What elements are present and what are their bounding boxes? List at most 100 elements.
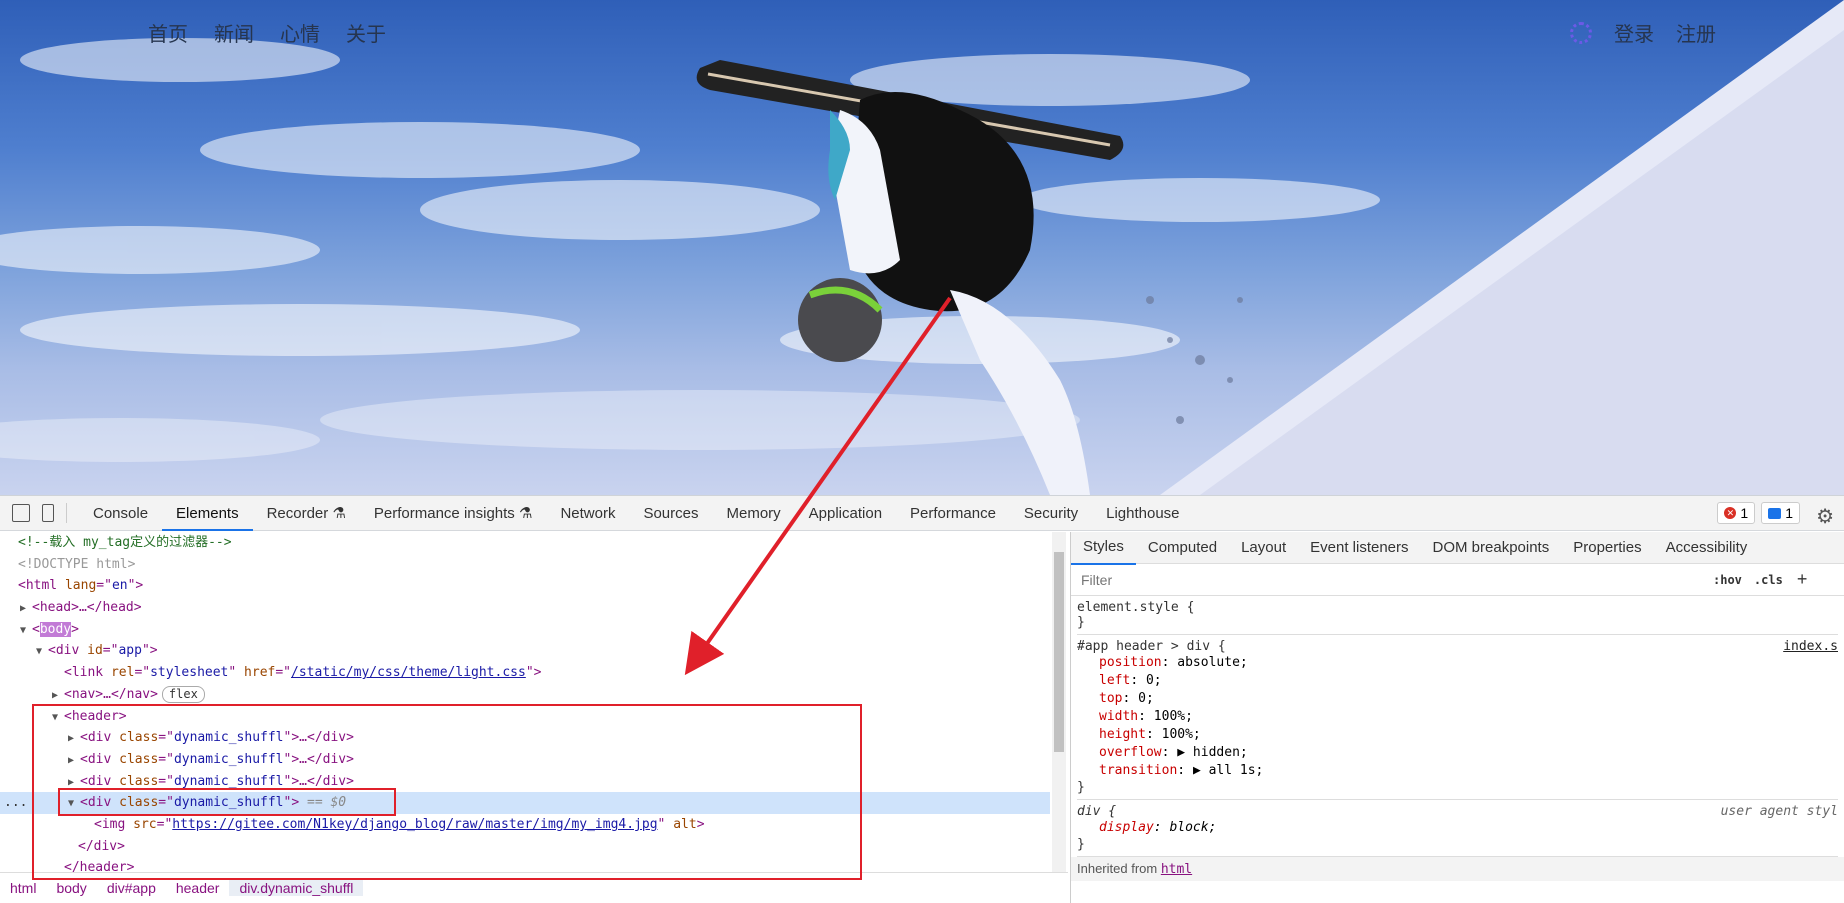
prop-name: width xyxy=(1099,709,1139,724)
tab-dom-breakpoints[interactable]: DOM breakpoints xyxy=(1421,532,1562,564)
tab-application[interactable]: Application xyxy=(795,496,896,531)
dom-header-close-line[interactable]: </header> xyxy=(0,857,1050,872)
flex-badge[interactable]: flex xyxy=(161,685,205,703)
tab-network[interactable]: Network xyxy=(546,496,629,531)
tab-accessibility[interactable]: Accessibility xyxy=(1654,532,1760,564)
style-rule[interactable]: element.style { } xyxy=(1077,596,1838,635)
prop-value: absolute; xyxy=(1177,655,1248,670)
rule-selector: element.style { xyxy=(1077,600,1195,615)
prop-value: ▶ hidden; xyxy=(1177,745,1248,760)
dom-doctype: <!DOCTYPE html> xyxy=(18,556,136,572)
link-href[interactable]: /static/my/css/theme/light.css xyxy=(291,665,526,680)
collapse-triangle-icon[interactable]: ▼ xyxy=(52,707,64,729)
tab-event-listeners[interactable]: Event listeners xyxy=(1298,532,1420,564)
nav-news-link[interactable]: 新闻 xyxy=(214,18,254,47)
dom-head-line[interactable]: ▶ <head>…</head> xyxy=(0,597,1050,619)
expand-triangle-icon[interactable]: ▶ xyxy=(68,750,80,772)
flask-icon: ⚗ xyxy=(332,504,346,522)
device-toolbar-icon[interactable] xyxy=(42,504,54,522)
inspect-element-icon[interactable] xyxy=(12,504,30,522)
inherited-label: Inherited from xyxy=(1077,861,1158,876)
tab-elements[interactable]: Elements xyxy=(162,496,253,531)
style-rules: element.style { } #app header > div { in… xyxy=(1071,596,1844,857)
scrollbar-thumb[interactable] xyxy=(1054,552,1064,752)
div-class-value: dynamic_shuffl xyxy=(173,751,284,767)
css-property[interactable]: position: absolute; xyxy=(1077,654,1838,672)
expand-triangle-icon[interactable]: ▶ xyxy=(52,685,64,707)
tab-recorder[interactable]: Recorder ⚗ xyxy=(253,496,360,531)
rule-source-link[interactable]: index.s xyxy=(1783,639,1838,654)
dom-div-line[interactable]: ▶ <div class="dynamic_shuffl">…</div> xyxy=(0,749,1050,771)
tab-layout[interactable]: Layout xyxy=(1229,532,1298,564)
dom-div-line[interactable]: ▶ <div class="dynamic_shuffl">…</div> xyxy=(0,771,1050,793)
collapse-triangle-icon[interactable]: ▼ xyxy=(20,620,32,642)
hover-state-toggle[interactable]: :hov xyxy=(1713,573,1742,587)
tab-security[interactable]: Security xyxy=(1010,496,1092,531)
login-link[interactable]: 登录 xyxy=(1614,18,1654,47)
css-property[interactable]: width: 100%; xyxy=(1077,708,1838,726)
css-property[interactable]: transition: ▶ all 1s; xyxy=(1077,762,1838,780)
new-rule-button[interactable]: + xyxy=(1797,569,1808,590)
styles-filter-bar: :hov .cls + xyxy=(1071,564,1844,596)
divider xyxy=(66,503,67,523)
nav-mood-link[interactable]: 心情 xyxy=(280,18,320,47)
tab-lighthouse[interactable]: Lighthouse xyxy=(1092,496,1193,531)
expand-triangle-icon[interactable]: ▶ xyxy=(68,728,80,750)
tab-performance[interactable]: Performance xyxy=(896,496,1010,531)
dom-img-line[interactable]: <img src="https://gitee.com/N1key/django… xyxy=(0,814,1050,836)
collapse-triangle-icon[interactable]: ▼ xyxy=(36,641,48,663)
styles-filter-input[interactable] xyxy=(1081,571,1701,588)
nav-about-link[interactable]: 关于 xyxy=(346,18,386,47)
css-property[interactable]: display: block; xyxy=(1077,819,1838,837)
crumb-header[interactable]: header xyxy=(166,880,230,896)
dom-header-line[interactable]: ▼ <header> xyxy=(0,706,1050,728)
dom-div-selected-line[interactable]: ... ▼ <div class="dynamic_shuffl"> == $0 xyxy=(0,792,1050,814)
rule-selector: #app header > div { xyxy=(1077,639,1226,654)
crumb-div[interactable]: div.dynamic_shuffl xyxy=(229,879,364,896)
dom-comment-line[interactable]: <!--载入 my_tag定义的过滤器--> xyxy=(0,532,1050,554)
expand-triangle-icon[interactable]: ▶ xyxy=(68,772,80,794)
nav-home-link[interactable]: 首页 xyxy=(148,18,188,47)
style-rule[interactable]: div { user agent styl display: block; } xyxy=(1077,800,1838,857)
prop-name: display xyxy=(1099,820,1154,835)
css-property[interactable]: overflow: ▶ hidden; xyxy=(1077,744,1838,762)
crumb-app[interactable]: div#app xyxy=(97,880,166,896)
crumb-html[interactable]: html xyxy=(0,880,46,896)
register-link[interactable]: 注册 xyxy=(1676,18,1716,47)
class-toggle[interactable]: .cls xyxy=(1754,573,1783,587)
dom-doctype-line[interactable]: <!DOCTYPE html> xyxy=(0,554,1050,576)
css-property[interactable]: top: 0; xyxy=(1077,690,1838,708)
css-property[interactable]: height: 100%; xyxy=(1077,726,1838,744)
dom-html-line[interactable]: <html lang="en"> xyxy=(0,575,1050,597)
tab-console[interactable]: Console xyxy=(79,496,162,531)
more-actions-icon[interactable]: ... xyxy=(4,792,27,814)
tab-performance-insights[interactable]: Performance insights ⚗ xyxy=(360,496,547,531)
tab-properties[interactable]: Properties xyxy=(1561,532,1653,564)
expand-triangle-icon[interactable]: ▶ xyxy=(20,598,32,620)
prop-value: 0; xyxy=(1145,673,1162,688)
css-property[interactable]: left: 0; xyxy=(1077,672,1838,690)
message-icon xyxy=(1768,507,1782,519)
elements-scrollbar[interactable] xyxy=(1052,532,1066,872)
collapse-triangle-icon[interactable]: ▼ xyxy=(68,793,80,815)
tab-memory[interactable]: Memory xyxy=(712,496,794,531)
crumb-body[interactable]: body xyxy=(46,880,96,896)
tab-computed[interactable]: Computed xyxy=(1136,532,1229,564)
dom-body-line[interactable]: ▼ <body> xyxy=(0,619,1050,641)
dom-div-line[interactable]: ▶ <div class="dynamic_shuffl">…</div> xyxy=(0,727,1050,749)
dom-nav-line[interactable]: ▶ <nav>…</nav> flex xyxy=(0,684,1050,706)
inherited-tag-link[interactable]: html xyxy=(1161,862,1192,877)
dom-app-line[interactable]: ▼ <div id="app"> xyxy=(0,640,1050,662)
img-src-link[interactable]: https://gitee.com/N1key/django_blog/raw/… xyxy=(172,817,657,832)
message-count-badge[interactable]: 1 xyxy=(1761,502,1800,524)
dom-link-line[interactable]: <link rel="stylesheet" href="/static/my/… xyxy=(0,662,1050,684)
div-class-value: dynamic_shuffl xyxy=(173,773,284,789)
tab-sources[interactable]: Sources xyxy=(629,496,712,531)
dom-div-close-line[interactable]: </div> xyxy=(0,836,1050,858)
tab-styles[interactable]: Styles xyxy=(1071,531,1136,565)
style-rule[interactable]: #app header > div { index.s position: ab… xyxy=(1077,635,1838,800)
issue-badges: ✕ 1 1 xyxy=(1717,502,1800,524)
settings-gear-icon[interactable]: ⚙ xyxy=(1816,504,1834,529)
prop-value: ▶ all 1s; xyxy=(1192,763,1264,778)
error-count-badge[interactable]: ✕ 1 xyxy=(1717,502,1756,524)
